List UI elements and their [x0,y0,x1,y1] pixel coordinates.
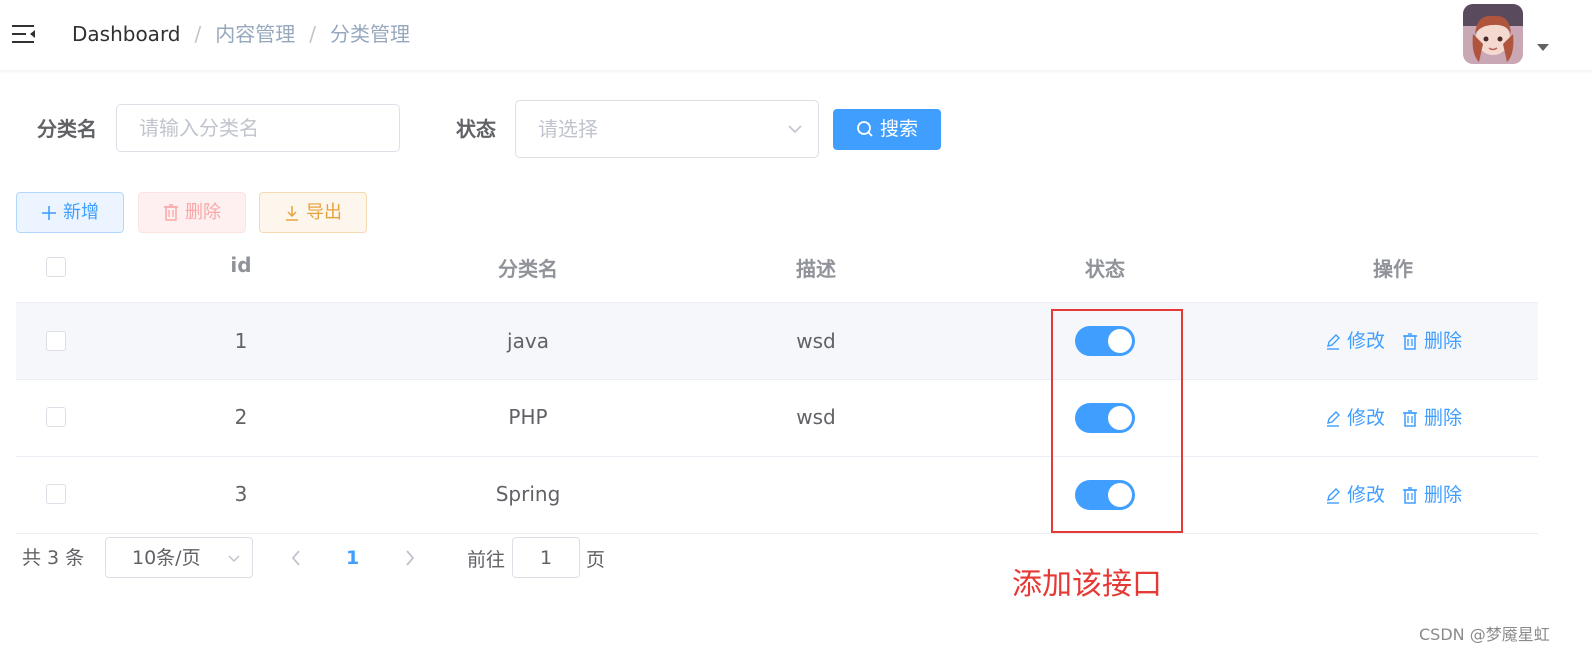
edit-link[interactable]: 修改 [1325,329,1385,353]
table-row: 2 PHP wsd 修改 删除 [16,380,1538,457]
row-checkbox[interactable] [46,484,66,504]
watermark: CSDN @梦魇星虹 [1419,625,1550,644]
search-button-label: 搜索 [879,118,918,140]
trash-icon [1403,487,1417,504]
trash-icon [1403,333,1417,350]
delete-link[interactable]: 删除 [1402,329,1462,353]
delete-link-label: 删除 [1424,484,1463,506]
edit-link-label: 修改 [1347,407,1386,429]
row-checkbox[interactable] [46,331,66,351]
column-header-id: id [230,253,252,277]
table-row: 1 java wsd 修改 删除 [16,303,1538,380]
next-page-icon[interactable] [403,549,417,567]
pagination-total: 共 3 条 [22,547,85,569]
batch-delete-button[interactable]: 删除 [138,192,246,233]
navbar: Dashboard / 内容管理 / 分类管理 [0,0,1592,70]
page-size-select[interactable]: 10条/页 [105,537,253,578]
table-row: 3 Spring 修改 删除 [16,457,1538,534]
cell-name: PHP [508,405,548,429]
breadcrumb-content-management: 内容管理 [215,22,296,46]
breadcrumb-dashboard[interactable]: Dashboard [72,20,181,48]
edit-link-label: 修改 [1347,330,1386,352]
edit-icon [1327,411,1340,427]
breadcrumb: Dashboard / 内容管理 / 分类管理 [72,20,410,48]
delete-link[interactable]: 删除 [1402,483,1462,507]
goto-label: 前往 [467,549,506,571]
caret-down-icon[interactable] [1537,44,1549,51]
column-header-status: 状态 [1085,257,1125,281]
edit-link[interactable]: 修改 [1325,406,1385,430]
column-header-actions: 操作 [1373,257,1413,281]
breadcrumb-separator: / [309,22,317,46]
download-icon [286,206,298,221]
status-placeholder: 请选择 [538,117,598,141]
category-name-placeholder: 请输入分类名 [139,116,259,140]
search-button[interactable]: 搜索 [833,109,941,150]
page-number-current[interactable]: 1 [346,545,359,571]
select-all-checkbox[interactable] [46,257,66,277]
delete-link-label: 删除 [1424,330,1463,352]
status-label: 状态 [456,117,496,141]
batch-delete-button-label: 删除 [185,202,221,223]
table-header: id 分类名 描述 状态 操作 [16,231,1538,303]
cell-desc: wsd [796,329,836,353]
cell-id: 2 [234,405,248,429]
prev-page-icon[interactable] [289,549,303,567]
annotation-highlight-box [1051,309,1183,533]
column-header-desc: 描述 [796,257,836,281]
export-button-label: 导出 [306,202,342,223]
trash-icon [164,204,178,221]
cell-id: 1 [234,329,248,353]
edit-link[interactable]: 修改 [1325,483,1385,507]
plus-icon [42,206,56,220]
add-button[interactable]: 新增 [16,192,124,233]
chevron-down-icon [788,125,802,134]
avatar[interactable] [1463,4,1523,64]
trash-icon [1403,410,1417,427]
cell-desc: wsd [796,405,836,429]
avatar-image [1463,4,1523,64]
category-name-input[interactable]: 请输入分类名 [116,104,400,152]
row-checkbox[interactable] [46,407,66,427]
page-size-value: 10条/页 [132,547,201,569]
delete-link[interactable]: 删除 [1402,406,1462,430]
goto-page-input[interactable]: 1 [512,537,580,578]
cell-id: 3 [234,482,248,506]
breadcrumb-separator: / [194,22,202,46]
edit-icon [1327,488,1340,504]
annotation-text: 添加该接口 [1012,567,1162,602]
edit-icon [1327,334,1340,350]
cell-name: Spring [495,482,561,506]
breadcrumb-category-management: 分类管理 [330,22,411,46]
cell-name: java [507,329,549,353]
edit-link-label: 修改 [1347,484,1386,506]
column-header-name: 分类名 [498,257,558,281]
category-name-label: 分类名 [37,117,97,141]
status-select[interactable]: 请选择 [515,100,819,158]
goto-suffix: 页 [586,549,606,571]
hamburger-icon[interactable] [10,20,38,48]
chevron-down-icon [228,555,240,563]
add-button-label: 新增 [63,202,99,223]
export-button[interactable]: 导出 [259,192,367,233]
delete-link-label: 删除 [1424,407,1463,429]
search-icon [857,121,873,137]
